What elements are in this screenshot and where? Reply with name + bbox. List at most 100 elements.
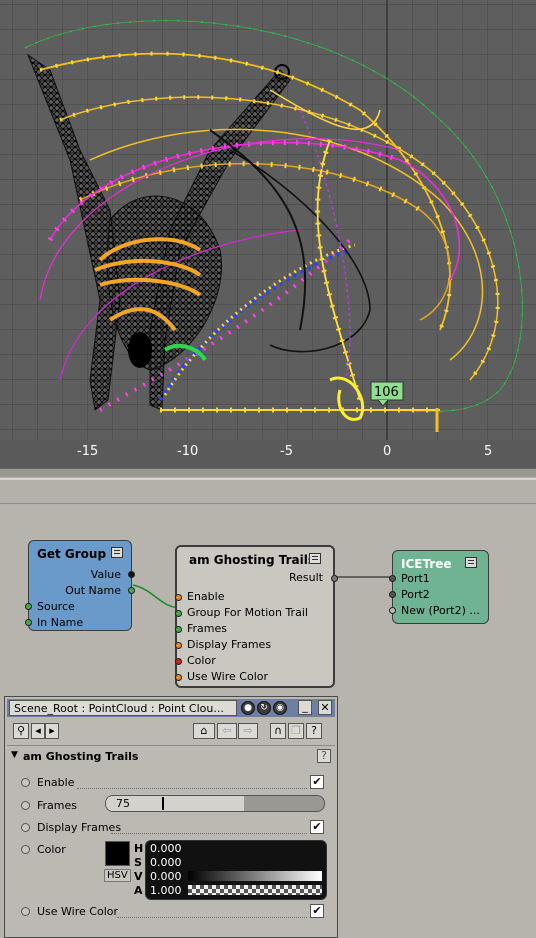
color-swatch[interactable] (105, 841, 130, 866)
h-value[interactable]: 0.000 (150, 842, 182, 855)
use-wire-color-checkbox[interactable]: ✔ (310, 904, 324, 918)
ruler-strip (0, 468, 536, 477)
animation-icon[interactable] (21, 907, 30, 916)
panel-title-bar[interactable]: Scene_Root : PointCloud : Point Clou... … (7, 699, 335, 717)
ruler-tick-label: 5 (484, 444, 493, 459)
enable-label: Enable (37, 776, 75, 789)
hsva-sliders[interactable]: H S V A 0.000 0.000 0.000 1.000 (134, 840, 327, 900)
ghosting-trails-node[interactable]: am Ghosting Trails Result Enable Group F… (175, 545, 338, 688)
color-mode-button[interactable]: HSV (104, 869, 131, 882)
port-display-frames-label: Display Frames (187, 638, 272, 651)
next-arrow-icon[interactable]: ▸ (45, 723, 59, 739)
frames-slider-handle[interactable] (162, 797, 164, 810)
port-color-label: Color (187, 654, 216, 667)
magnet-icon[interactable]: ∩ (270, 723, 286, 739)
v-value[interactable]: 0.000 (150, 870, 182, 883)
node-title: Get Group (37, 547, 107, 561)
color-label: Color (37, 843, 66, 856)
section-title: am Ghosting Trails (23, 750, 139, 763)
node-title: am Ghosting Trails (189, 553, 315, 567)
ruler-tick-label: 0 (383, 444, 392, 459)
forward-icon[interactable]: ⇨ (238, 723, 258, 739)
icetree-node[interactable]: ICETree Port1 Port2 New (Port2) ... (389, 550, 489, 624)
node-menu-icon[interactable] (309, 553, 321, 564)
home-icon[interactable]: ⌂ (193, 723, 215, 739)
ruler-tick-label: -15 (77, 444, 99, 459)
port-display-frames[interactable] (175, 642, 182, 649)
divider (111, 833, 307, 834)
help-icon[interactable]: ? (306, 723, 322, 739)
viewport-ruler: -15 -10 -5 0 5 (0, 440, 536, 468)
svg-text:106: 106 (374, 385, 399, 400)
port-out-name[interactable] (128, 587, 135, 594)
panel-title: Scene_Root : PointCloud : Point Clou... (9, 700, 237, 716)
frames-value: 75 (116, 797, 130, 810)
refresh-icon[interactable]: ↻ (257, 701, 271, 715)
port-port1[interactable] (389, 575, 396, 582)
v-channel-label: V (134, 870, 143, 883)
port-group-label: Group For Motion Trail (187, 606, 308, 619)
a-gradient-bar[interactable] (188, 885, 322, 895)
animation-icon[interactable] (21, 778, 30, 787)
lock-icon[interactable]: ● (241, 701, 255, 715)
port-result[interactable] (331, 575, 338, 582)
panel-splitter[interactable] (0, 478, 536, 504)
port-result-label: Result (289, 571, 323, 584)
port-frames-label: Frames (187, 622, 228, 635)
display-frames-label: Display Frames (37, 821, 122, 834)
port-port2[interactable] (389, 591, 396, 598)
back-icon[interactable]: ⇦ (217, 723, 237, 739)
port-new-label: New (Port2) ... (401, 604, 480, 617)
animation-icon[interactable] (21, 845, 30, 854)
port-out-name-label: Out Name (65, 584, 121, 597)
v-gradient-bar[interactable] (188, 871, 322, 881)
port-port2-label: Port2 (401, 588, 430, 601)
divider (77, 788, 307, 789)
node-title: ICETree (401, 557, 452, 571)
s-value[interactable]: 0.000 (150, 856, 182, 869)
minimize-button[interactable]: _ (298, 700, 312, 715)
3d-viewport[interactable]: 106 (0, 0, 536, 440)
animation-icon[interactable] (21, 801, 30, 810)
enable-checkbox[interactable]: ✔ (310, 775, 324, 789)
port-source-label: Source (37, 600, 75, 613)
port-value[interactable] (128, 571, 135, 578)
node-menu-icon[interactable] (111, 547, 123, 558)
port-group[interactable] (175, 610, 182, 617)
port-use-wire-color-label: Use Wire Color (187, 670, 269, 683)
ruler-tick-label: -10 (177, 444, 199, 459)
section-help-icon[interactable]: ? (317, 749, 331, 763)
pin-icon[interactable]: ◉ (273, 701, 287, 715)
port-color[interactable] (175, 658, 182, 665)
divider (117, 917, 307, 918)
port-in-name-label: In Name (37, 616, 84, 629)
node-menu-icon[interactable] (465, 557, 477, 568)
port-value-label: Value (90, 568, 121, 581)
section-header[interactable]: ▼ am Ghosting Trails ? (7, 745, 335, 768)
viewport-canvas: 106 (0, 0, 536, 440)
collapse-arrow-icon[interactable]: ▼ (11, 750, 18, 760)
frames-slider[interactable]: 75 (105, 795, 325, 812)
port-frames[interactable] (175, 626, 182, 633)
port-port1-label: Port1 (401, 572, 430, 585)
port-enable-label: Enable (187, 590, 225, 603)
ruler-tick-label: -5 (280, 444, 293, 459)
close-button[interactable]: ✕ (318, 700, 332, 715)
port-use-wire-color[interactable] (175, 674, 182, 681)
copy-icon[interactable]: ❐ (288, 723, 304, 739)
frames-label: Frames (37, 799, 78, 812)
port-source[interactable] (25, 603, 32, 610)
h-channel-label: H (134, 842, 144, 855)
port-new[interactable] (389, 607, 396, 614)
a-value[interactable]: 1.000 (150, 884, 182, 897)
animation-icon[interactable] (21, 823, 30, 832)
get-group-node[interactable]: Get Group Value Out Name Source In Name (25, 540, 135, 631)
port-in-name[interactable] (25, 619, 32, 626)
property-editor-panel[interactable]: Scene_Root : PointCloud : Point Clou... … (4, 696, 338, 938)
select-tool-icon[interactable]: ⚲ (13, 723, 29, 739)
use-wire-color-label: Use Wire Color (37, 905, 119, 918)
prev-arrow-icon[interactable]: ◂ (31, 723, 45, 739)
port-enable[interactable] (175, 594, 182, 601)
a-channel-label: A (134, 884, 143, 897)
display-frames-checkbox[interactable]: ✔ (310, 820, 324, 834)
